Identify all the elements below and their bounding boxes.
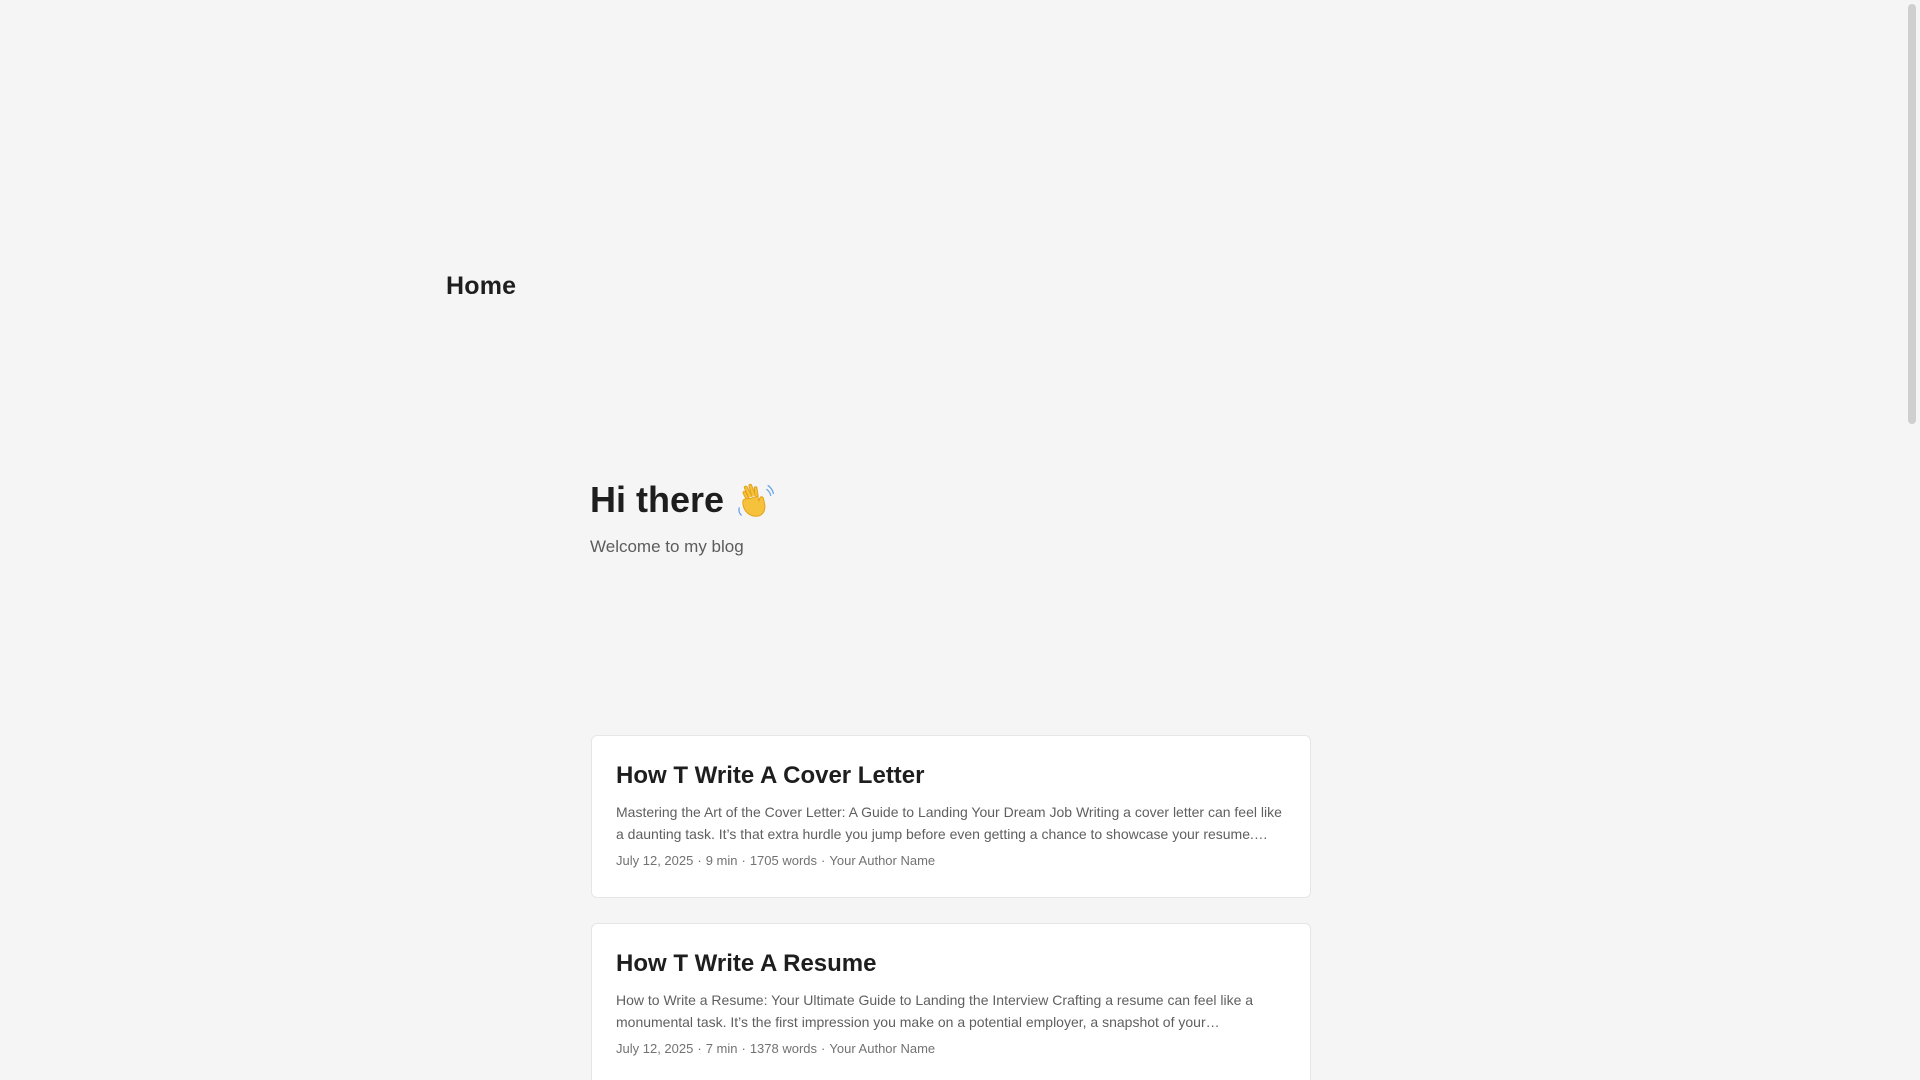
intro-title-text: Hi there xyxy=(590,479,725,520)
post-title[interactable]: How T Write A Resume xyxy=(616,949,1286,979)
post-excerpt: How to Write a Resume: Your Ultimate Gui… xyxy=(616,992,1254,1030)
page: Home Hi there Welcome to my blog How T W… xyxy=(0,0,1920,1080)
meta-separator: · xyxy=(821,1041,826,1056)
post-read-time: 7 min xyxy=(705,1041,738,1056)
post-date: July 12, 2025 xyxy=(616,1041,694,1056)
post-date: July 12, 2025 xyxy=(616,853,694,868)
post-author: Your Author Name xyxy=(829,853,936,868)
post-title[interactable]: How T Write A Cover Letter xyxy=(616,761,1286,791)
scrollbar-thumb[interactable] xyxy=(1908,4,1916,424)
waving-hand-icon xyxy=(738,483,775,517)
post-card[interactable]: How T Write A Resume How to Write a Resu… xyxy=(591,923,1311,1080)
intro-section: Hi there Welcome to my blog xyxy=(590,476,776,557)
post-author: Your Author Name xyxy=(829,1041,936,1056)
meta-separator: · xyxy=(697,853,702,868)
post-word-count: 1378 words xyxy=(749,1041,818,1056)
post-excerpt: Mastering the Art of the Cover Letter: A… xyxy=(616,804,1282,842)
post-read-time: 9 min xyxy=(705,853,738,868)
meta-separator: · xyxy=(741,853,746,868)
post-meta: July 12, 2025 · 9 min · 1705 words · You… xyxy=(616,853,1286,868)
intro-subtitle: Welcome to my blog xyxy=(590,537,744,556)
intro-title: Hi there xyxy=(590,476,776,524)
meta-separator: · xyxy=(741,1041,746,1056)
meta-separator: · xyxy=(697,1041,702,1056)
scrollbar-track[interactable] xyxy=(1904,0,1920,1080)
post-card[interactable]: How T Write A Cover Letter Mastering the… xyxy=(591,735,1311,898)
post-word-count: 1705 words xyxy=(749,853,818,868)
post-list: How T Write A Cover Letter Mastering the… xyxy=(591,735,1311,1080)
meta-separator: · xyxy=(821,853,826,868)
post-meta: July 12, 2025 · 7 min · 1378 words · You… xyxy=(616,1041,1286,1056)
nav-home-link[interactable]: Home xyxy=(446,272,516,301)
